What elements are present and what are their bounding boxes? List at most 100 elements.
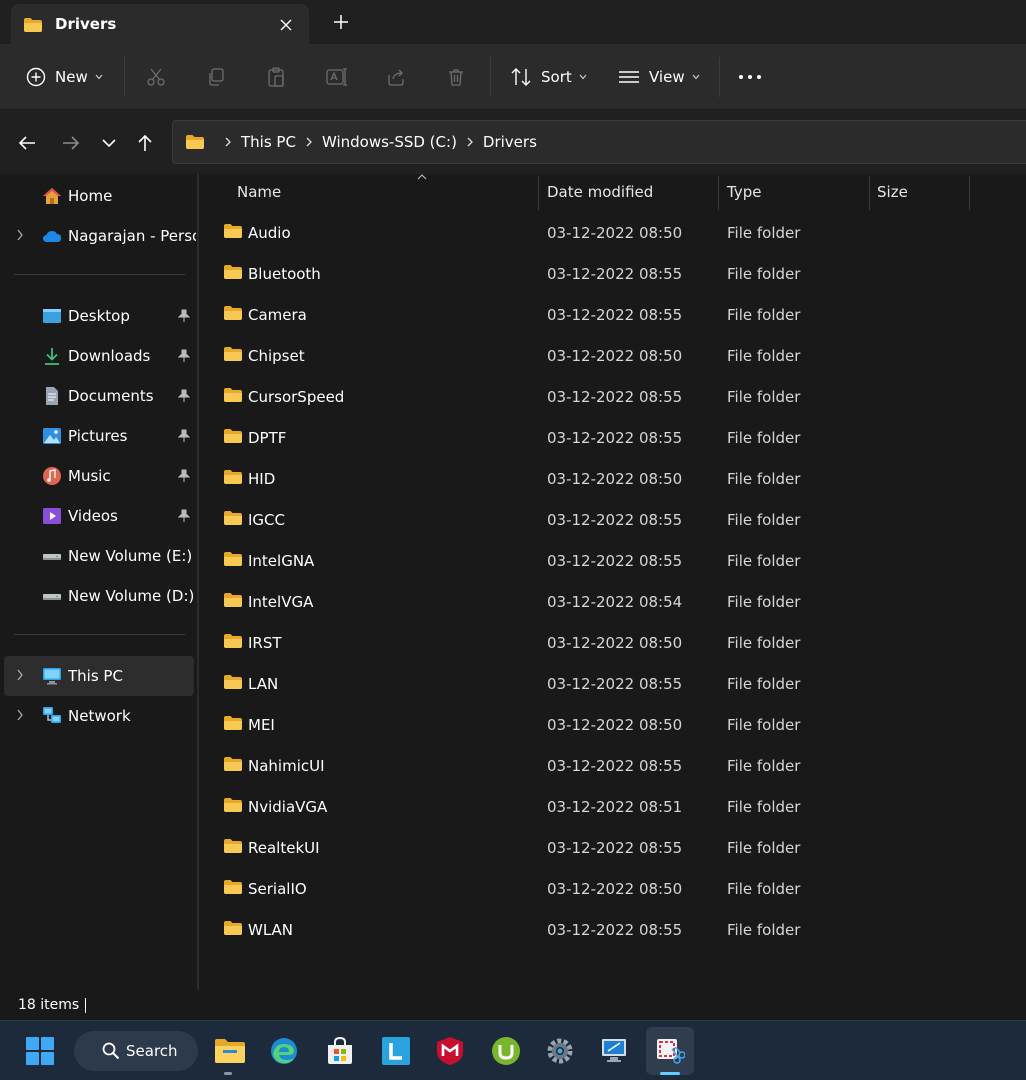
taskbar-mcafee[interactable] — [432, 1033, 468, 1069]
table-row[interactable]: HID 03-12-2022 08:50 File folder — [199, 459, 1026, 500]
column-header-name[interactable]: Name — [237, 174, 537, 210]
table-row[interactable]: Audio 03-12-2022 08:50 File folder — [199, 213, 1026, 254]
table-row[interactable]: IntelVGA 03-12-2022 08:54 File folder — [199, 582, 1026, 623]
toolbar-divider — [490, 57, 491, 97]
sidebar-item-desktop[interactable]: Desktop — [4, 296, 194, 336]
breadcrumb-this-pc[interactable]: This PC — [241, 133, 296, 151]
sidebar-item-network[interactable]: Network — [4, 696, 194, 736]
column-divider[interactable] — [869, 176, 870, 210]
start-button[interactable] — [22, 1033, 58, 1069]
view-button[interactable]: View — [618, 62, 700, 92]
new-button[interactable]: New — [26, 62, 103, 92]
file-name: NahimicUI — [248, 757, 325, 775]
copy-button[interactable] — [206, 62, 226, 92]
table-row[interactable]: WLAN 03-12-2022 08:55 File folder — [199, 910, 1026, 951]
file-date: 03-12-2022 08:55 — [547, 839, 683, 857]
table-row[interactable]: NahimicUI 03-12-2022 08:55 File folder — [199, 746, 1026, 787]
toolbar-divider — [124, 57, 125, 97]
pin-icon[interactable] — [178, 349, 190, 363]
rename-button[interactable] — [326, 62, 348, 92]
pin-icon[interactable] — [178, 309, 190, 323]
file-name: CursorSpeed — [248, 388, 345, 406]
pin-icon[interactable] — [178, 509, 190, 523]
sidebar-item-this-pc[interactable]: This PC — [4, 656, 194, 696]
sidebar-item-label: Network — [68, 707, 131, 725]
file-type: File folder — [727, 224, 801, 242]
taskbar-file-explorer[interactable] — [212, 1033, 248, 1069]
sidebar-item-home[interactable]: Home — [4, 176, 194, 216]
sort-button[interactable]: Sort — [510, 62, 587, 92]
column-header-size[interactable]: Size — [877, 174, 967, 210]
taskbar-l-app[interactable] — [378, 1033, 414, 1069]
table-row[interactable]: CursorSpeed 03-12-2022 08:55 File folder — [199, 377, 1026, 418]
folder-icon — [223, 387, 243, 407]
taskbar-edge[interactable] — [266, 1033, 302, 1069]
share-button[interactable] — [386, 62, 406, 92]
column-header-label: Date modified — [547, 183, 654, 201]
file-date: 03-12-2022 08:55 — [547, 675, 683, 693]
paste-button[interactable] — [266, 62, 286, 92]
table-row[interactable]: IRST 03-12-2022 08:50 File folder — [199, 623, 1026, 664]
file-name: LAN — [248, 675, 279, 693]
sidebar-item-pictures[interactable]: Pictures — [4, 416, 194, 456]
table-row[interactable]: LAN 03-12-2022 08:55 File folder — [199, 664, 1026, 705]
file-name: WLAN — [248, 921, 294, 939]
recent-locations-button[interactable] — [96, 130, 122, 156]
sidebar-item-music[interactable]: Music — [4, 456, 194, 496]
table-row[interactable]: RealtekUI 03-12-2022 08:55 File folder — [199, 828, 1026, 869]
sidebar-item-documents[interactable]: Documents — [4, 376, 194, 416]
breadcrumb-drivers[interactable]: Drivers — [483, 133, 537, 151]
sort-ascending-icon — [417, 174, 427, 180]
sidebar-item-new-volume-e[interactable]: New Volume (E:) — [4, 536, 194, 576]
taskbar-search[interactable]: Search — [74, 1031, 198, 1071]
file-type: File folder — [727, 634, 801, 652]
tab-drivers[interactable]: Drivers — [11, 4, 309, 44]
table-row[interactable]: MEI 03-12-2022 08:50 File folder — [199, 705, 1026, 746]
table-row[interactable]: Camera 03-12-2022 08:55 File folder — [199, 295, 1026, 336]
plus-icon — [334, 15, 348, 29]
sidebar-item-videos[interactable]: Videos — [4, 496, 194, 536]
utorrent-icon — [492, 1037, 520, 1065]
taskbar-remote-desktop[interactable] — [596, 1033, 632, 1069]
taskbar-utorrent[interactable] — [488, 1033, 524, 1069]
address-bar[interactable]: This PC Windows-SSD (C:) Drivers — [172, 120, 1026, 164]
tab-title: Drivers — [55, 15, 117, 33]
sidebar-item-onedrive[interactable]: Nagarajan - Person — [4, 216, 196, 256]
folder-icon — [223, 551, 243, 571]
taskbar-settings[interactable] — [542, 1033, 578, 1069]
up-button[interactable] — [132, 130, 158, 156]
table-row[interactable]: Bluetooth 03-12-2022 08:55 File folder — [199, 254, 1026, 295]
table-row[interactable]: NvidiaVGA 03-12-2022 08:51 File folder — [199, 787, 1026, 828]
more-options-button[interactable] — [738, 62, 762, 92]
column-header-date[interactable]: Date modified — [547, 174, 717, 210]
arrow-right-icon — [63, 136, 80, 150]
table-row[interactable]: DPTF 03-12-2022 08:55 File folder — [199, 418, 1026, 459]
sidebar-item-downloads[interactable]: Downloads — [4, 336, 194, 376]
pictures-icon — [43, 428, 61, 444]
breadcrumb: This PC Windows-SSD (C:) Drivers — [185, 133, 537, 151]
file-type: File folder — [727, 511, 801, 529]
taskbar-store[interactable] — [322, 1033, 358, 1069]
delete-button[interactable] — [446, 62, 466, 92]
cut-button[interactable] — [146, 62, 166, 92]
back-button[interactable] — [14, 130, 40, 156]
pin-icon[interactable] — [178, 469, 190, 483]
table-row[interactable]: IGCC 03-12-2022 08:55 File folder — [199, 500, 1026, 541]
file-name: IRST — [248, 634, 282, 652]
table-row[interactable]: Chipset 03-12-2022 08:50 File folder — [199, 336, 1026, 377]
table-row[interactable]: IntelGNA 03-12-2022 08:55 File folder — [199, 541, 1026, 582]
taskbar-snipping-tool[interactable] — [652, 1033, 688, 1069]
pin-icon[interactable] — [178, 389, 190, 403]
close-tab-button[interactable] — [275, 14, 297, 36]
column-divider[interactable] — [718, 176, 719, 210]
table-row[interactable]: SerialIO 03-12-2022 08:50 File folder — [199, 869, 1026, 910]
column-divider[interactable] — [969, 176, 970, 210]
forward-button[interactable] — [58, 130, 84, 156]
chevron-right-icon — [17, 229, 23, 241]
column-header-type[interactable]: Type — [727, 174, 867, 210]
pin-icon[interactable] — [178, 429, 190, 443]
new-tab-button[interactable] — [330, 11, 352, 33]
sidebar-item-new-volume-d[interactable]: New Volume (D:) — [4, 576, 194, 616]
column-divider[interactable] — [538, 176, 539, 210]
breadcrumb-windows-ssd[interactable]: Windows-SSD (C:) — [322, 133, 457, 151]
